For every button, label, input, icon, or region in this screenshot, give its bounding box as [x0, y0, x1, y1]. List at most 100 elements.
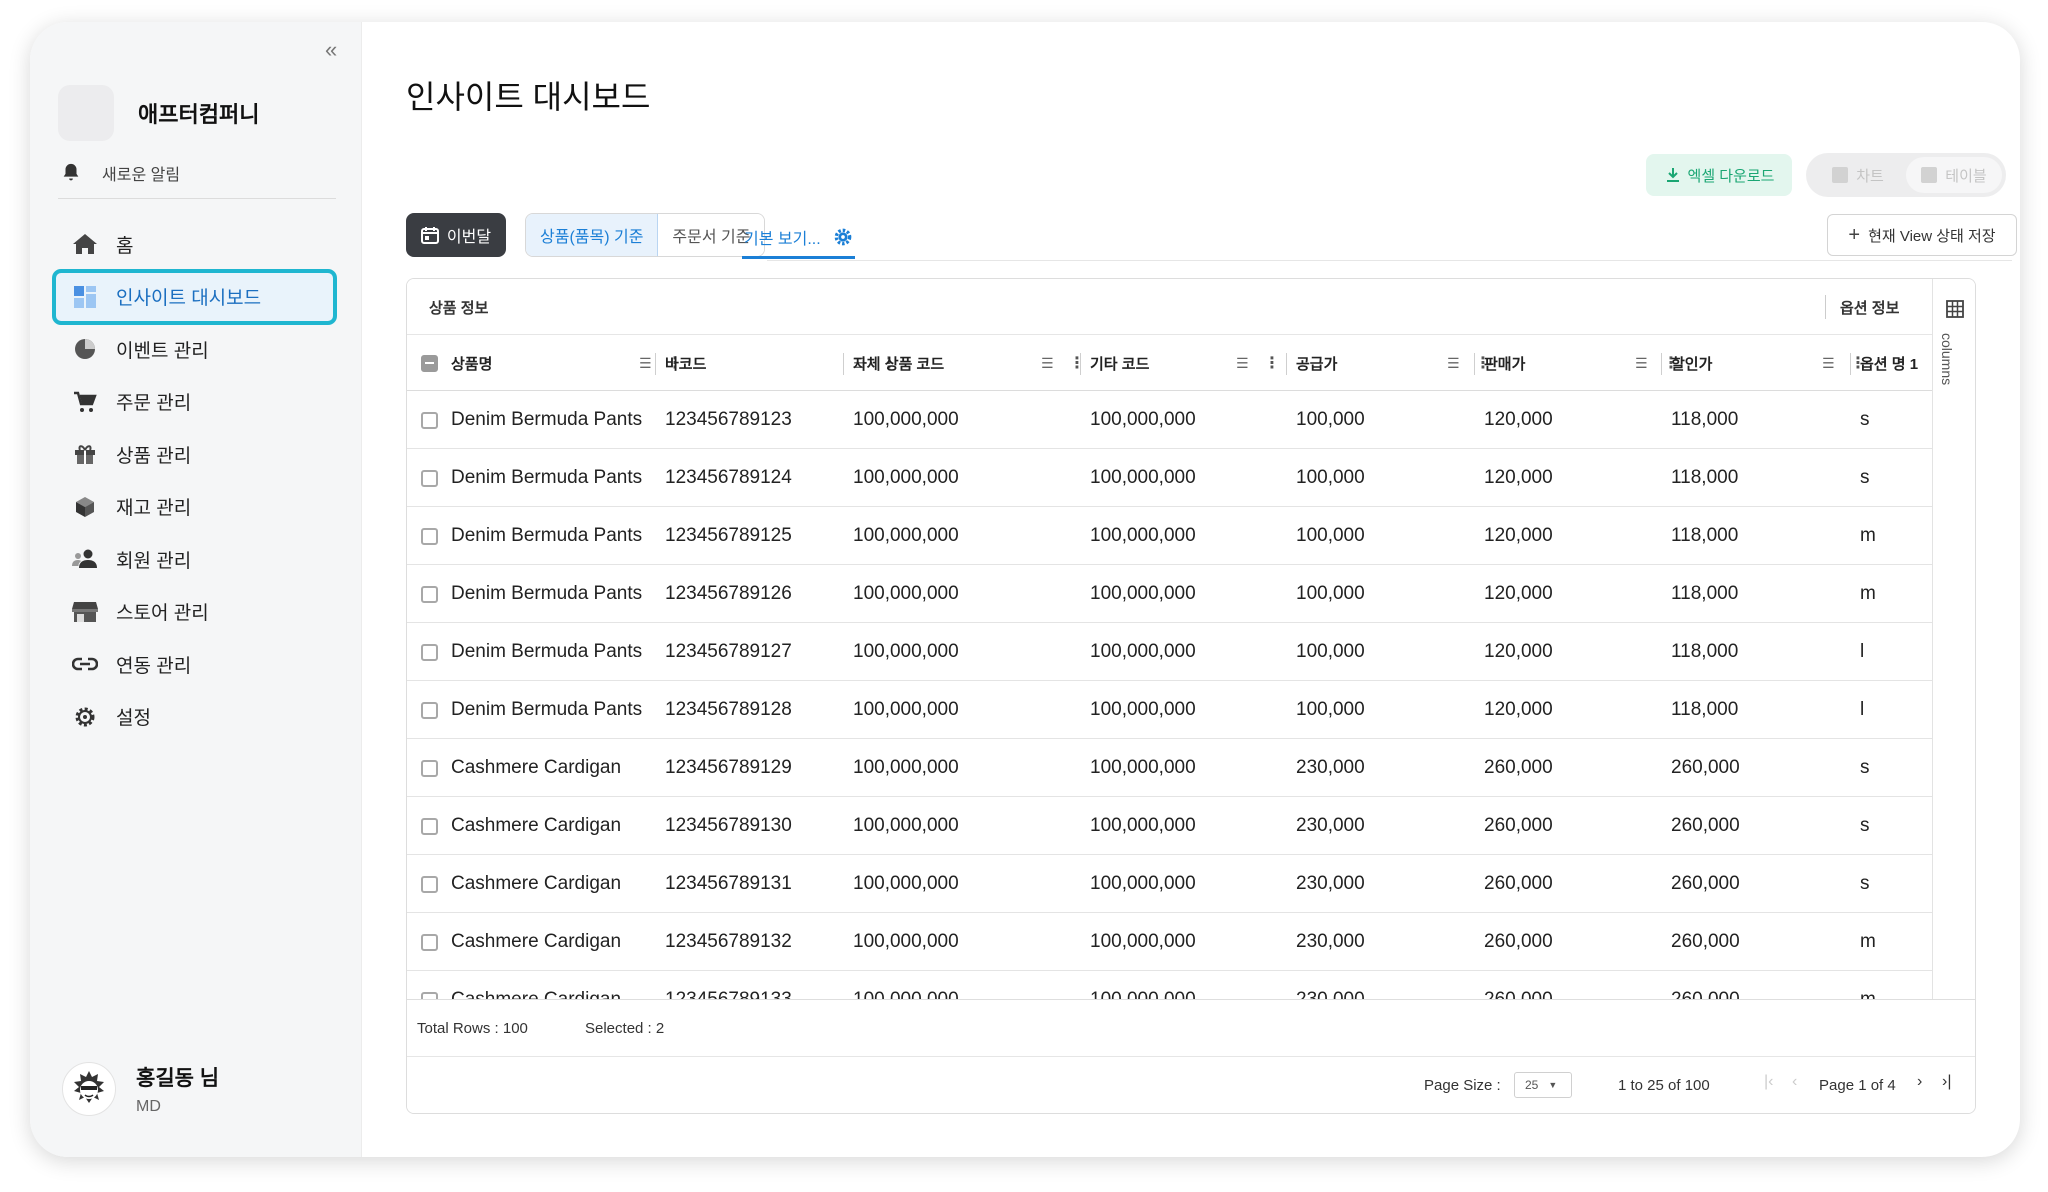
table-cell: 230,000 [1296, 931, 1365, 952]
column-header[interactable]: 기타 코드 ☰ ⋮ [1090, 335, 1280, 391]
sidebar-item-insight-dashboard[interactable]: 인사이트 대시보드 [52, 268, 337, 325]
user-profile[interactable]: 홍길동 님 MD [62, 1062, 219, 1116]
column-separator [843, 353, 844, 375]
page-indicator: Page 1 of 4 [1819, 1077, 1896, 1094]
sidebar-item-settings[interactable]: 설정 [52, 691, 337, 743]
grid-status-bar: Total Rows : 100 Selected : 2 [407, 999, 1975, 1057]
column-header[interactable]: 자체 상품 코드 ☰ ⋮ [853, 335, 1085, 391]
table-row[interactable]: Denim Bermuda Pants 123456789123 100,000,0… [407, 391, 1932, 449]
sidebar-item-inventory[interactable]: 재고 관리 [52, 481, 337, 533]
checkbox [421, 875, 438, 893]
column-header[interactable]: 바코드 ☰ ⋮ [665, 335, 897, 391]
table-cell: l [1860, 641, 1865, 662]
sidebar-item-label: 연동 관리 [116, 655, 192, 677]
table-cell: Cashmere Cardigan [451, 931, 622, 952]
column-header-label: 할인가 [1671, 355, 1713, 373]
row-checkbox[interactable] [421, 391, 438, 449]
column-menu-icon[interactable]: ⋮ [1069, 353, 1085, 373]
table-row[interactable]: Denim Bermuda Pants 123456789128 100,000,0… [407, 681, 1932, 739]
segment-product-basis[interactable]: 상품(품목) 기준 [526, 214, 659, 256]
row-checkbox[interactable] [421, 623, 438, 681]
sidebar-item-products[interactable]: 상품 관리 [52, 428, 337, 480]
table-cell: 260,000 [1484, 757, 1553, 778]
tab-basic-view[interactable]: 기본 보기... [742, 217, 855, 259]
column-separator [1474, 353, 1475, 375]
table-row[interactable]: Cashmere Cardigan 123456789130 100,000,000… [407, 797, 1932, 855]
table-cell: 123456789126 [665, 583, 792, 604]
row-checkbox[interactable] [421, 565, 438, 623]
column-header[interactable]: 상품명 ☰ ⋮ [451, 335, 683, 391]
table-row[interactable]: Denim Bermuda Pants 123456789125 100,000,0… [407, 507, 1932, 565]
sidebar-item-home[interactable]: 홈 [52, 218, 337, 270]
column-header[interactable]: 판매가 ☰ ⋮ [1484, 335, 1679, 391]
filter-icon[interactable]: ☰ [1236, 355, 1249, 372]
last-page-icon[interactable]: ›| [1942, 1073, 1951, 1091]
next-page-icon[interactable]: › [1917, 1073, 1922, 1091]
table-row[interactable]: Cashmere Cardigan 123456789129 100,000,000… [407, 739, 1932, 797]
sidebar-item-integrations[interactable]: 연동 관리 [52, 638, 337, 690]
select-all-checkbox[interactable] [421, 335, 438, 391]
table-cell: 230,000 [1296, 873, 1365, 894]
dashboard-icon [72, 284, 98, 310]
columns-panel[interactable]: columns [1932, 279, 1975, 999]
store-icon [72, 599, 98, 625]
table-row[interactable]: Denim Bermuda Pants 123456789124 100,000,0… [407, 449, 1932, 507]
prev-page-icon[interactable]: ‹ [1792, 1073, 1797, 1091]
user-name: 홍길동 님 [136, 1067, 220, 1090]
row-checkbox[interactable] [421, 913, 438, 971]
grid-header-row: 상품명 ☰ ⋮ 바코드 ☰ ⋮ 자체 상품 코드 ☰ ⋮ 기타 코드 ☰ ⋮ 공급가 ☰ ⋮ 판매가 ☰ ⋮ 할인가… [407, 335, 1932, 391]
row-checkbox[interactable] [421, 739, 438, 797]
row-checkbox[interactable] [421, 855, 438, 913]
row-checkbox[interactable] [421, 507, 438, 565]
sidebar-item-events[interactable]: 이벤트 관리 [52, 323, 337, 375]
row-checkbox[interactable] [421, 797, 438, 855]
filter-icon[interactable]: ☰ [1822, 355, 1835, 372]
column-header[interactable]: 공급가 ☰ ⋮ [1296, 335, 1491, 391]
sidebar-item-orders[interactable]: 주문 관리 [52, 376, 337, 428]
column-menu-icon[interactable]: ⋮ [1264, 353, 1280, 373]
table-cell: 260,000 [1671, 815, 1740, 836]
sidebar-item-members[interactable]: 회원 관리 [52, 533, 337, 585]
sidebar-item-stores[interactable]: 스토어 관리 [52, 586, 337, 638]
row-checkbox[interactable] [421, 449, 438, 507]
table-row[interactable]: Denim Bermuda Pants 123456789127 100,000,0… [407, 623, 1932, 681]
filter-icon[interactable]: ☰ [1447, 355, 1460, 372]
this-month-button[interactable]: 이번달 [406, 213, 506, 257]
grid-body: 상품 정보 옵션 정보 상품명 ☰ ⋮ 바코드 ☰ ⋮ 자체 상품 코드 ☰ ⋮ 기타 코드 ☰ ⋮ 공… [407, 279, 1932, 999]
table-cell: Denim Bermuda Pants [451, 525, 643, 546]
table-cell: 100,000,000 [1090, 873, 1196, 894]
table-cell: 260,000 [1671, 873, 1740, 894]
filter-icon[interactable]: ☰ [1635, 355, 1648, 372]
gear-icon[interactable] [833, 227, 853, 247]
table-row[interactable]: Cashmere Cardigan 123456789132 100,000,000… [407, 913, 1932, 971]
view-toggle: 차트 테이블 [1806, 153, 2006, 197]
row-checkbox[interactable] [421, 971, 438, 999]
first-page-icon[interactable]: |‹ [1764, 1073, 1773, 1091]
column-header[interactable]: 옵션 명 1 [1860, 335, 1918, 391]
sidebar-item-label: 스토어 관리 [116, 603, 209, 624]
table-cell: 118,000 [1671, 699, 1739, 720]
filter-icon[interactable]: ☰ [1041, 355, 1054, 372]
column-header[interactable]: 할인가 ☰ ⋮ [1671, 335, 1866, 391]
save-view-button[interactable]: + 현재 View 상태 저장 [1827, 214, 2017, 256]
table-row[interactable]: Cashmere Cardigan 123456789133 100,000,000… [407, 971, 1932, 999]
filter-icon[interactable]: ☰ [639, 355, 652, 372]
table-cell: 123456789130 [665, 815, 792, 836]
page-size-select[interactable]: 25 ▼ [1514, 1072, 1572, 1098]
column-header-label: 공급가 [1296, 355, 1338, 373]
table-cell: 100,000,000 [1090, 641, 1196, 662]
table-row[interactable]: Denim Bermuda Pants 123456789126 100,000,0… [407, 565, 1932, 623]
home-icon [72, 231, 98, 257]
table-row[interactable]: Cashmere Cardigan 123456789131 100,000,000… [407, 855, 1932, 913]
notification-link[interactable]: 새로운 알림 [58, 160, 336, 199]
table-cell: 100,000,000 [1090, 815, 1196, 836]
toggle-chart[interactable]: 차트 [1810, 157, 1906, 193]
column-header-label: 상품명 [451, 355, 493, 373]
toggle-table[interactable]: 테이블 [1906, 157, 2002, 193]
excel-download-button[interactable]: 엑셀 다운로드 [1646, 154, 1792, 196]
table-cell: 120,000 [1484, 409, 1553, 430]
table-cell: 123456789128 [665, 699, 792, 720]
double-chevron-left-icon[interactable]: « [325, 37, 337, 63]
checkbox [421, 991, 438, 999]
row-checkbox[interactable] [421, 681, 438, 739]
